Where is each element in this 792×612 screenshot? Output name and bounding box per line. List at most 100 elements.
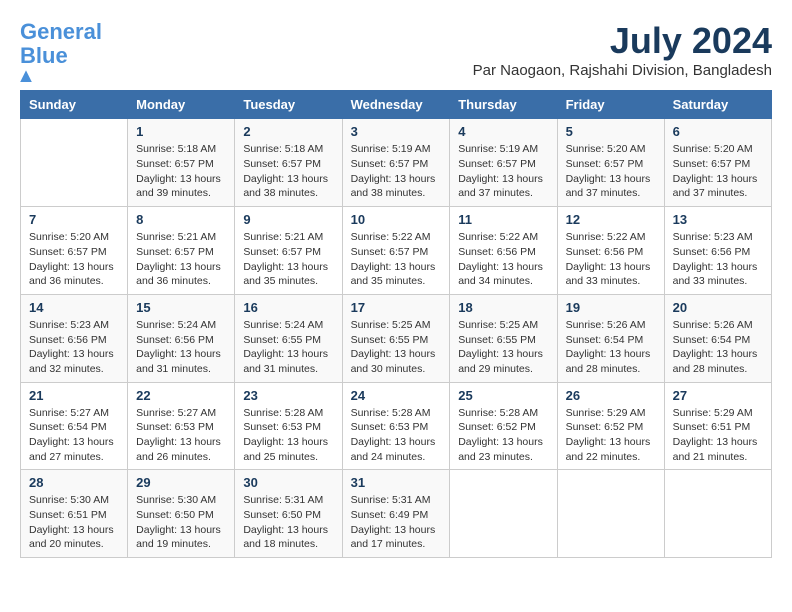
day-number: 30 <box>243 475 333 490</box>
day-info: Sunrise: 5:27 AM Sunset: 6:53 PM Dayligh… <box>136 406 226 465</box>
day-number: 9 <box>243 212 333 227</box>
table-row: 1 Sunrise: 5:18 AM Sunset: 6:57 PM Daylig… <box>128 119 235 207</box>
table-row: 26 Sunrise: 5:29 AM Sunset: 6:52 PM Dayli… <box>557 382 664 470</box>
header-monday: Monday <box>128 91 235 119</box>
day-info: Sunrise: 5:29 AM Sunset: 6:51 PM Dayligh… <box>673 406 763 465</box>
day-number: 23 <box>243 388 333 403</box>
day-number: 7 <box>29 212 119 227</box>
day-number: 1 <box>136 124 226 139</box>
day-info: Sunrise: 5:28 AM Sunset: 6:53 PM Dayligh… <box>243 406 333 465</box>
page-header: General Blue July 2024 Par Naogaon, Rajs… <box>20 20 772 82</box>
table-row: 13Sunrise: 5:23 AM Sunset: 6:56 PM Dayli… <box>664 207 771 295</box>
day-number: 26 <box>566 388 656 403</box>
weekday-header-row: Sunday Monday Tuesday Wednesday Thursday… <box>21 91 772 119</box>
day-info: Sunrise: 5:30 AM Sunset: 6:50 PM Dayligh… <box>136 493 226 552</box>
day-number: 10 <box>351 212 442 227</box>
day-info: Sunrise: 5:31 AM Sunset: 6:49 PM Dayligh… <box>351 493 442 552</box>
table-row: 12 Sunrise: 5:22 AM Sunset: 6:56 PM Dayli… <box>557 207 664 295</box>
table-row: 9Sunrise: 5:21 AM Sunset: 6:57 PM Daylig… <box>235 207 342 295</box>
table-row: 7 Sunrise: 5:20 AM Sunset: 6:57 PM Daylig… <box>21 207 128 295</box>
day-info: Sunrise: 5:20 AM Sunset: 6:57 PM Dayligh… <box>29 230 119 289</box>
table-row <box>21 119 128 207</box>
table-row: 19Sunrise: 5:26 AM Sunset: 6:54 PM Dayli… <box>557 294 664 382</box>
day-number: 29 <box>136 475 226 490</box>
day-info: Sunrise: 5:20 AM Sunset: 6:57 PM Dayligh… <box>566 142 656 201</box>
day-number: 28 <box>29 475 119 490</box>
logo-text: General Blue <box>20 20 102 68</box>
day-number: 16 <box>243 300 333 315</box>
calendar-week-row: 1 Sunrise: 5:18 AM Sunset: 6:57 PM Daylig… <box>21 119 772 207</box>
day-info: Sunrise: 5:29 AM Sunset: 6:52 PM Dayligh… <box>566 406 656 465</box>
table-row: 22Sunrise: 5:27 AM Sunset: 6:53 PM Dayli… <box>128 382 235 470</box>
table-row: 24 Sunrise: 5:28 AM Sunset: 6:53 PM Dayli… <box>342 382 450 470</box>
day-number: 12 <box>566 212 656 227</box>
calendar-table: Sunday Monday Tuesday Wednesday Thursday… <box>20 90 772 558</box>
table-row: 15 Sunrise: 5:24 AM Sunset: 6:56 PM Dayli… <box>128 294 235 382</box>
day-number: 2 <box>243 124 333 139</box>
table-row: 31 Sunrise: 5:31 AM Sunset: 6:49 PM Dayli… <box>342 470 450 558</box>
day-number: 8 <box>136 212 226 227</box>
table-row: 10 Sunrise: 5:22 AM Sunset: 6:57 PM Dayli… <box>342 207 450 295</box>
day-info: Sunrise: 5:28 AM Sunset: 6:52 PM Dayligh… <box>458 406 548 465</box>
table-row: 5Sunrise: 5:20 AM Sunset: 6:57 PM Daylig… <box>557 119 664 207</box>
day-info: Sunrise: 5:19 AM Sunset: 6:57 PM Dayligh… <box>351 142 442 201</box>
table-row: 6 Sunrise: 5:20 AM Sunset: 6:57 PM Daylig… <box>664 119 771 207</box>
table-row <box>557 470 664 558</box>
day-number: 15 <box>136 300 226 315</box>
day-number: 24 <box>351 388 442 403</box>
day-number: 4 <box>458 124 548 139</box>
day-info: Sunrise: 5:27 AM Sunset: 6:54 PM Dayligh… <box>29 406 119 465</box>
logo-general: General <box>20 19 102 44</box>
day-info: Sunrise: 5:25 AM Sunset: 6:55 PM Dayligh… <box>458 318 548 377</box>
day-info: Sunrise: 5:23 AM Sunset: 6:56 PM Dayligh… <box>29 318 119 377</box>
table-row <box>450 470 557 558</box>
header-thursday: Thursday <box>450 91 557 119</box>
location-text: Par Naogaon, Rajshahi Division, Banglade… <box>473 62 772 79</box>
header-tuesday: Tuesday <box>235 91 342 119</box>
table-row: 30Sunrise: 5:31 AM Sunset: 6:50 PM Dayli… <box>235 470 342 558</box>
day-info: Sunrise: 5:28 AM Sunset: 6:53 PM Dayligh… <box>351 406 442 465</box>
day-number: 11 <box>458 212 548 227</box>
month-year-title: July 2024 <box>473 20 772 62</box>
table-row: 11Sunrise: 5:22 AM Sunset: 6:56 PM Dayli… <box>450 207 557 295</box>
calendar-week-row: 7 Sunrise: 5:20 AM Sunset: 6:57 PM Daylig… <box>21 207 772 295</box>
table-row: 16 Sunrise: 5:24 AM Sunset: 6:55 PM Dayli… <box>235 294 342 382</box>
calendar-week-row: 14Sunrise: 5:23 AM Sunset: 6:56 PM Dayli… <box>21 294 772 382</box>
day-number: 6 <box>673 124 763 139</box>
day-number: 31 <box>351 475 442 490</box>
header-sunday: Sunday <box>21 91 128 119</box>
day-info: Sunrise: 5:25 AM Sunset: 6:55 PM Dayligh… <box>351 318 442 377</box>
table-row: 8 Sunrise: 5:21 AM Sunset: 6:57 PM Daylig… <box>128 207 235 295</box>
day-info: Sunrise: 5:18 AM Sunset: 6:57 PM Dayligh… <box>243 142 333 201</box>
day-number: 27 <box>673 388 763 403</box>
table-row: 18 Sunrise: 5:25 AM Sunset: 6:55 PM Dayli… <box>450 294 557 382</box>
day-info: Sunrise: 5:22 AM Sunset: 6:57 PM Dayligh… <box>351 230 442 289</box>
table-row: 25 Sunrise: 5:28 AM Sunset: 6:52 PM Dayli… <box>450 382 557 470</box>
header-saturday: Saturday <box>664 91 771 119</box>
day-number: 17 <box>351 300 442 315</box>
day-info: Sunrise: 5:24 AM Sunset: 6:55 PM Dayligh… <box>243 318 333 377</box>
table-row: 21 Sunrise: 5:27 AM Sunset: 6:54 PM Dayli… <box>21 382 128 470</box>
header-wednesday: Wednesday <box>342 91 450 119</box>
day-info: Sunrise: 5:24 AM Sunset: 6:56 PM Dayligh… <box>136 318 226 377</box>
day-info: Sunrise: 5:18 AM Sunset: 6:57 PM Dayligh… <box>136 142 226 201</box>
day-info: Sunrise: 5:23 AM Sunset: 6:56 PM Dayligh… <box>673 230 763 289</box>
day-info: Sunrise: 5:30 AM Sunset: 6:51 PM Dayligh… <box>29 493 119 552</box>
day-number: 3 <box>351 124 442 139</box>
table-row: 23 Sunrise: 5:28 AM Sunset: 6:53 PM Dayli… <box>235 382 342 470</box>
day-number: 21 <box>29 388 119 403</box>
table-row: 2 Sunrise: 5:18 AM Sunset: 6:57 PM Daylig… <box>235 119 342 207</box>
logo: General Blue <box>20 20 102 82</box>
day-info: Sunrise: 5:21 AM Sunset: 6:57 PM Dayligh… <box>136 230 226 289</box>
day-info: Sunrise: 5:26 AM Sunset: 6:54 PM Dayligh… <box>673 318 763 377</box>
day-number: 18 <box>458 300 548 315</box>
title-section: July 2024 Par Naogaon, Rajshahi Division… <box>473 20 772 79</box>
header-friday: Friday <box>557 91 664 119</box>
day-number: 25 <box>458 388 548 403</box>
table-row: 27 Sunrise: 5:29 AM Sunset: 6:51 PM Dayli… <box>664 382 771 470</box>
day-info: Sunrise: 5:26 AM Sunset: 6:54 PM Dayligh… <box>566 318 656 377</box>
table-row: 4Sunrise: 5:19 AM Sunset: 6:57 PM Daylig… <box>450 119 557 207</box>
day-info: Sunrise: 5:22 AM Sunset: 6:56 PM Dayligh… <box>566 230 656 289</box>
table-row: 29 Sunrise: 5:30 AM Sunset: 6:50 PM Dayli… <box>128 470 235 558</box>
day-info: Sunrise: 5:20 AM Sunset: 6:57 PM Dayligh… <box>673 142 763 201</box>
